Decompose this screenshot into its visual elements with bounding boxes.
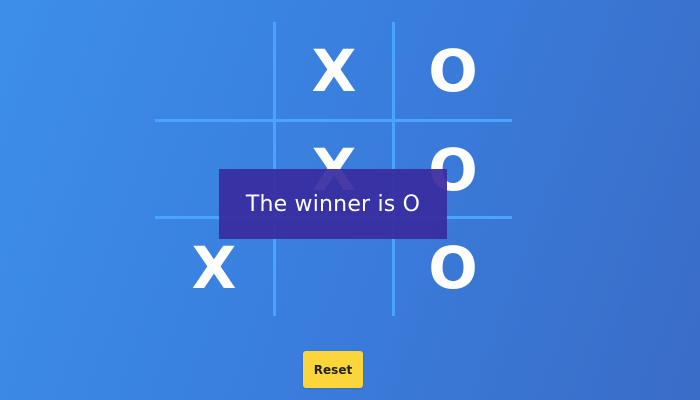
reset-button[interactable]: Reset xyxy=(303,351,363,388)
winner-banner: The winner is O xyxy=(219,169,447,239)
board-cell-0[interactable] xyxy=(155,22,273,119)
board-cell-2[interactable]: O xyxy=(394,22,512,119)
winner-message: The winner is O xyxy=(245,191,421,217)
board-cell-1[interactable]: X xyxy=(275,22,393,119)
